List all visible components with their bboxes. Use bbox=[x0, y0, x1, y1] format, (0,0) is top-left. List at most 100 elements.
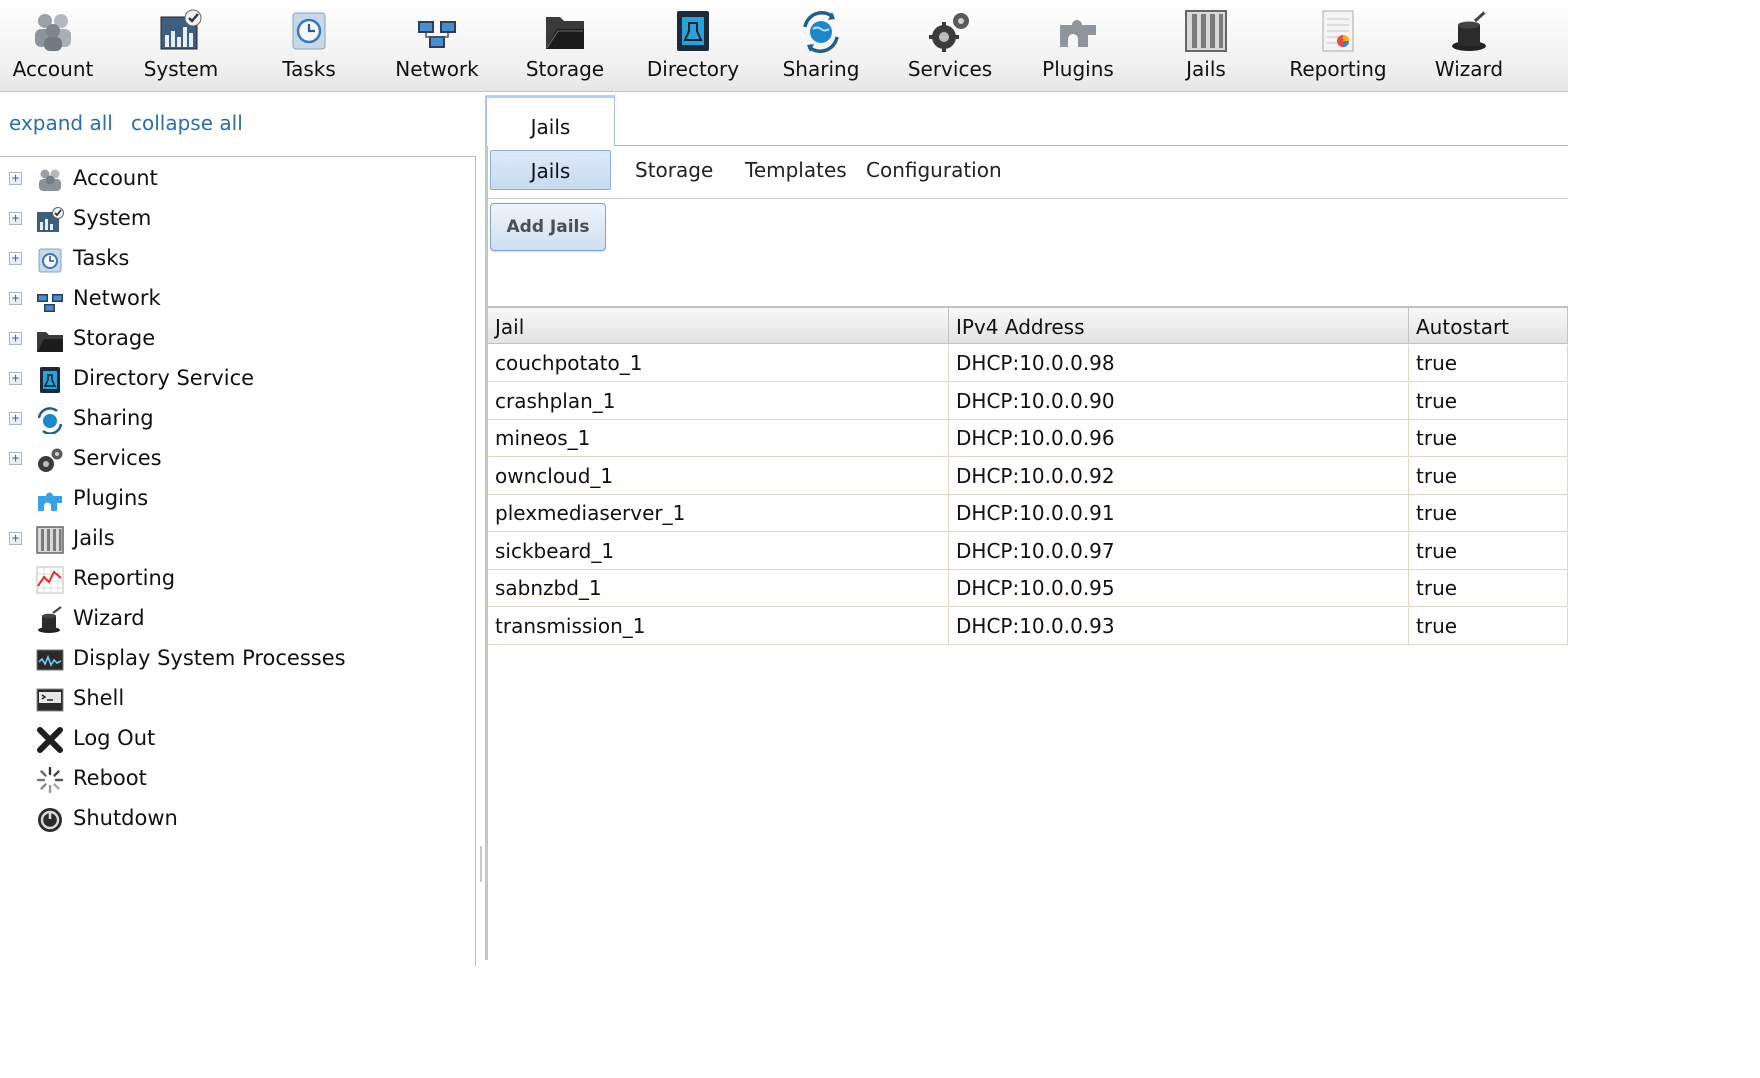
tree-item-shell[interactable]: Shell bbox=[0, 683, 470, 715]
toolbar-system-button[interactable]: System bbox=[117, 0, 245, 92]
autostart-cell: true bbox=[1409, 570, 1568, 607]
toolbar-label: System bbox=[143, 57, 219, 81]
subtab-templates[interactable]: Templates bbox=[745, 150, 847, 190]
table-row[interactable]: plexmediaserver_1 DHCP:10.0.0.91 true bbox=[488, 495, 1568, 532]
wizard-icon bbox=[1447, 9, 1491, 53]
expand-toggle[interactable]: + bbox=[9, 532, 22, 545]
jail-name-cell: plexmediaserver_1 bbox=[488, 495, 949, 532]
expand-toggle[interactable]: + bbox=[9, 452, 22, 465]
table-row[interactable]: sabnzbd_1 DHCP:10.0.0.95 true bbox=[488, 570, 1568, 607]
toolbar-label: Account bbox=[12, 57, 94, 81]
tree-item-label: Storage bbox=[73, 326, 156, 350]
table-row[interactable]: sickbeard_1 DHCP:10.0.0.97 true bbox=[488, 532, 1568, 570]
expand-toggle[interactable]: + bbox=[9, 172, 22, 185]
toolbar-label: Network bbox=[395, 57, 479, 81]
plugins-icon bbox=[36, 486, 64, 514]
toolbar-account-button[interactable]: Account bbox=[0, 0, 117, 92]
toolbar-label: Wizard bbox=[1434, 57, 1504, 81]
tree-item-shutdown[interactable]: Shutdown bbox=[0, 803, 470, 835]
toolbar-reporting-button[interactable]: Reporting bbox=[1274, 0, 1402, 92]
navigation-pane: expand all collapse all + Account + Syst… bbox=[0, 93, 484, 966]
tree-item-reporting[interactable]: Reporting bbox=[0, 563, 470, 595]
add-jails-button[interactable]: Add Jails bbox=[490, 203, 606, 251]
table-row[interactable]: transmission_1 DHCP:10.0.0.93 true bbox=[488, 607, 1568, 645]
tree-item-log-out[interactable]: Log Out bbox=[0, 723, 470, 755]
toolbar-sharing-button[interactable]: Sharing bbox=[757, 0, 885, 92]
ipv4-address-cell: DHCP:10.0.0.96 bbox=[949, 420, 1409, 457]
column-header-autostart[interactable]: Autostart bbox=[1409, 306, 1568, 344]
tree-item-storage[interactable]: + Storage bbox=[0, 323, 470, 355]
tree-item-wizard[interactable]: Wizard bbox=[0, 603, 470, 635]
tree-item-plugins[interactable]: Plugins bbox=[0, 483, 470, 515]
tree-item-display-system-processes[interactable]: Display System Processes bbox=[0, 643, 470, 675]
services-icon bbox=[928, 9, 972, 53]
directory-icon bbox=[36, 366, 64, 394]
services-icon bbox=[36, 446, 64, 474]
toolbar-services-button[interactable]: Services bbox=[886, 0, 1014, 92]
table-row[interactable]: couchpotato_1 DHCP:10.0.0.98 true bbox=[488, 345, 1568, 382]
toolbar-storage-button[interactable]: Storage bbox=[501, 0, 629, 92]
expand-all-link[interactable]: expand all bbox=[9, 111, 113, 135]
shutdown-icon bbox=[36, 806, 64, 834]
toolbar-label: Directory bbox=[646, 57, 740, 81]
column-header-ipv4-address[interactable]: IPv4 Address bbox=[949, 306, 1409, 344]
expand-toggle[interactable]: + bbox=[9, 332, 22, 345]
tree-item-reboot[interactable]: Reboot bbox=[0, 763, 470, 795]
ipv4-address-cell: DHCP:10.0.0.93 bbox=[949, 607, 1409, 645]
toolbar-tasks-button[interactable]: Tasks bbox=[245, 0, 373, 92]
network-icon bbox=[36, 286, 64, 314]
toolbar-jails-button[interactable]: Jails bbox=[1142, 0, 1270, 92]
expand-toggle[interactable]: + bbox=[9, 412, 22, 425]
subtab-configuration[interactable]: Configuration bbox=[866, 150, 1002, 190]
table-row[interactable]: mineos_1 DHCP:10.0.0.96 true bbox=[488, 420, 1568, 457]
tree-item-network[interactable]: + Network bbox=[0, 283, 470, 315]
expand-toggle[interactable]: + bbox=[9, 372, 22, 385]
expand-toggle[interactable]: + bbox=[9, 252, 22, 265]
table-row[interactable]: owncloud_1 DHCP:10.0.0.92 true bbox=[488, 457, 1568, 495]
jail-name-cell: owncloud_1 bbox=[488, 457, 949, 495]
jail-name-cell: sickbeard_1 bbox=[488, 532, 949, 570]
jails-icon bbox=[36, 526, 64, 554]
toolbar-label: Tasks bbox=[282, 57, 336, 81]
subtab-jails[interactable]: Jails bbox=[490, 150, 611, 190]
toolbar-network-button[interactable]: Network bbox=[373, 0, 501, 92]
tree-item-account[interactable]: + Account bbox=[0, 163, 470, 195]
expand-toggle[interactable]: + bbox=[9, 212, 22, 225]
autostart-cell: true bbox=[1409, 495, 1568, 532]
ipv4-address-cell: DHCP:10.0.0.98 bbox=[949, 345, 1409, 382]
expand-toggle[interactable]: + bbox=[9, 292, 22, 305]
tree-item-system[interactable]: + System bbox=[0, 203, 470, 235]
navigation-tree: + Account + System + Tasks + Network + S… bbox=[0, 156, 476, 966]
toolbar-directory-button[interactable]: Directory bbox=[629, 0, 757, 92]
autostart-cell: true bbox=[1409, 382, 1568, 420]
pane-splitter-handle[interactable] bbox=[480, 846, 482, 882]
tree-item-jails[interactable]: + Jails bbox=[0, 523, 470, 555]
toolbar-wizard-button[interactable]: Wizard bbox=[1405, 0, 1533, 92]
column-header-jail[interactable]: Jail bbox=[488, 306, 949, 344]
tree-item-label: Plugins bbox=[73, 486, 149, 510]
ipv4-address-cell: DHCP:10.0.0.90 bbox=[949, 382, 1409, 420]
subtab-storage[interactable]: Storage bbox=[635, 150, 713, 190]
tree-item-directory-service[interactable]: + Directory Service bbox=[0, 363, 470, 395]
autostart-cell: true bbox=[1409, 532, 1568, 570]
storage-icon bbox=[36, 326, 64, 354]
tree-item-label: Sharing bbox=[73, 406, 154, 430]
collapse-all-link[interactable]: collapse all bbox=[131, 111, 243, 135]
sharing-icon bbox=[799, 9, 843, 53]
tree-item-label: Wizard bbox=[73, 606, 145, 630]
account-icon bbox=[31, 9, 75, 53]
toolbar-plugins-button[interactable]: Plugins bbox=[1014, 0, 1142, 92]
ipv4-address-cell: DHCP:10.0.0.97 bbox=[949, 532, 1409, 570]
tree-item-sharing[interactable]: + Sharing bbox=[0, 403, 470, 435]
account-icon bbox=[36, 166, 64, 194]
tree-item-label: Shell bbox=[73, 686, 125, 710]
toolbar-label: Plugins bbox=[1042, 57, 1114, 81]
tree-item-tasks[interactable]: + Tasks bbox=[0, 243, 470, 275]
tab-jails[interactable]: Jails bbox=[486, 95, 615, 146]
processes-icon bbox=[36, 646, 64, 674]
tree-item-label: Tasks bbox=[73, 246, 130, 270]
ipv4-address-cell: DHCP:10.0.0.92 bbox=[949, 457, 1409, 495]
tree-item-services[interactable]: + Services bbox=[0, 443, 470, 475]
table-row[interactable]: crashplan_1 DHCP:10.0.0.90 true bbox=[488, 382, 1568, 420]
toolbar-label: Jails bbox=[1186, 57, 1226, 81]
